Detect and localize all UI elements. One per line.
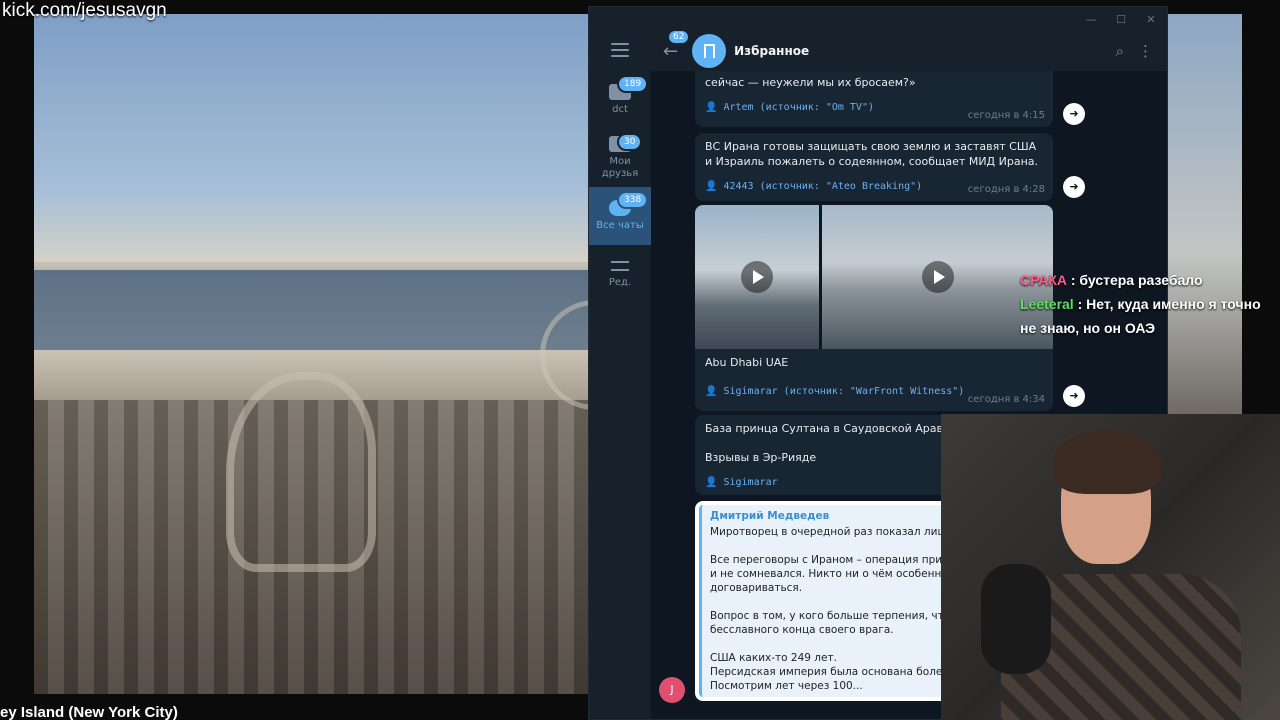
forward-icon[interactable]: ➜ (1063, 103, 1085, 125)
folder-label: Ред. (608, 277, 632, 288)
message-bubble[interactable]: сейчас — неужели мы их бросаем?» 👤 Artem… (695, 71, 1053, 127)
back-arrow-icon[interactable]: ← 62 (663, 30, 689, 62)
search-icon[interactable]: ⌕ (1116, 42, 1124, 60)
chat-text: : бустера разебало (1066, 272, 1203, 288)
message-bubble[interactable]: Abu Dhabi UAE 👤 Sigimarar (источник: "Wa… (695, 349, 1053, 411)
message-time: сегодня в 4:28 (967, 184, 1045, 195)
maximize-icon[interactable]: ☐ (1115, 13, 1127, 26)
folder-label: Все чаты (596, 220, 644, 231)
play-icon[interactable] (921, 261, 954, 293)
bookmark-icon (703, 44, 715, 62)
chat-username: СРАКА (1020, 272, 1067, 288)
stream-title: ey Island (New York City) (0, 704, 178, 720)
folder-friends[interactable]: 30 Мои друзья (589, 129, 651, 187)
chat-title[interactable]: Избранное (734, 44, 1116, 58)
folder-dct[interactable]: 189 dct (589, 71, 651, 129)
forward-icon[interactable]: ➜ (1063, 176, 1085, 198)
unread-badge: 62 (669, 30, 689, 43)
screen: kick.com/jesusavgn ey Island (New York C… (0, 0, 1280, 720)
sliders-icon (611, 259, 629, 273)
message-time: сегодня в 4:15 (967, 110, 1045, 121)
video-right-edge (1168, 14, 1242, 414)
folder-badge: 30 (617, 133, 643, 151)
message-time: сегодня в 4:34 (967, 394, 1045, 405)
chat-message: СРАКА : бустера разебало (1020, 268, 1280, 292)
webcam-person-hair (1053, 430, 1161, 494)
folder-badge: 189 (617, 75, 649, 93)
microphone (981, 564, 1051, 674)
folder-all-chats[interactable]: 338 Все чаты (589, 187, 651, 245)
video-thumbnail[interactable] (822, 205, 1053, 349)
minimize-icon[interactable]: — (1085, 13, 1097, 26)
folder-sidebar: 189 dct 30 Мои друзья 338 Все чаты Ред. (589, 31, 651, 719)
video-rollercoaster (226, 372, 376, 572)
folder-badge: 338 (617, 191, 649, 209)
user-avatar[interactable]: J (659, 677, 685, 703)
video-horizon (34, 262, 594, 270)
media-album[interactable] (695, 205, 1053, 349)
forward-icon[interactable]: ➜ (1063, 385, 1085, 407)
play-icon[interactable] (741, 261, 773, 293)
message-text: Abu Dhabi UAE (705, 356, 789, 369)
video-thumbnail[interactable] (695, 205, 819, 349)
video-sea (34, 270, 594, 350)
folder-label: Мои друзья (601, 156, 639, 179)
stream-chat-overlay: СРАКА : бустера разебало Leeteral : Нет,… (1020, 268, 1280, 340)
folder-edit[interactable]: Ред. (589, 245, 651, 303)
folder-label: dct (612, 104, 628, 115)
close-icon[interactable]: ✕ (1145, 13, 1157, 26)
hamburger-menu-icon[interactable] (611, 43, 629, 57)
webcam-feed (941, 414, 1280, 720)
message-text: ВС Ирана готовы защищать свою землю и за… (705, 140, 1039, 168)
message-bubble[interactable]: ВС Ирана готовы защищать свою землю и за… (695, 133, 1053, 201)
saved-messages-avatar[interactable] (692, 34, 727, 68)
chat-header: ← 62 Избранное ⌕ ⋮ (651, 30, 1167, 71)
chat-username: Leeteral (1020, 296, 1074, 312)
window-titlebar[interactable]: — ☐ ✕ (589, 7, 1167, 31)
stream-url: kick.com/jesusavgn (2, 0, 167, 21)
more-menu-icon[interactable]: ⋮ (1138, 42, 1153, 60)
message-text: сейчас — неужели мы их бросаем?» (705, 76, 916, 89)
chat-message: Leeteral : Нет, куда именно я точно не з… (1020, 292, 1280, 340)
